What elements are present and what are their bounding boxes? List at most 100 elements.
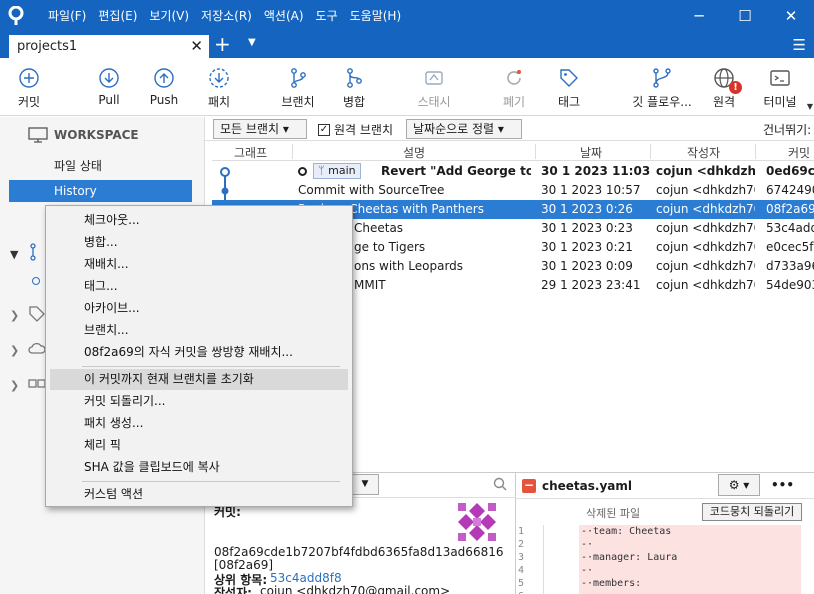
jump-to-label: 건너뛰기: <box>763 123 812 137</box>
menu-edit[interactable]: 편집(E) <box>92 0 143 32</box>
menu-item-revert-commit[interactable]: 커밋 되돌리기... <box>50 391 348 412</box>
head-marker-icon <box>298 167 307 176</box>
menu-help[interactable]: 도움말(H) <box>344 0 408 32</box>
tag-button[interactable]: 태그 <box>537 66 601 110</box>
column-description[interactable]: 설명 <box>403 144 425 161</box>
commit-button[interactable]: 커밋 <box>0 66 61 110</box>
sidebar-item-history[interactable]: History <box>9 180 192 202</box>
diff-line[interactable]: 5 -·members: <box>516 577 814 590</box>
diff-line[interactable]: 2 -· <box>516 538 814 551</box>
sort-dropdown[interactable]: 날짜순으로 정렬 ▾ <box>406 119 522 139</box>
terminal-button[interactable]: 터미널 <box>748 66 812 110</box>
branch-icon <box>286 66 310 90</box>
chevron-right-icon[interactable]: ❯ <box>10 344 19 357</box>
commit-hash: d733a96 <box>766 259 814 273</box>
menu-item-archive[interactable]: 아카이브... <box>50 298 348 319</box>
menu-item-copy-sha[interactable]: SHA 값을 클립보드에 복사 <box>50 457 348 478</box>
menu-item-cherry-pick[interactable]: 체리 픽 <box>50 435 348 456</box>
hamburger-menu-icon[interactable]: ☰ <box>793 36 806 54</box>
details-dropdown[interactable]: ▼ <box>351 474 379 495</box>
author-value: cojun <dhkdzh70@gmail.com> <box>260 584 451 594</box>
commit-hash: 53c4add <box>766 221 814 235</box>
tags-icon <box>28 305 46 326</box>
chevron-right-icon[interactable]: ❯ <box>10 379 19 392</box>
title-bar: 파일(F) 편집(E) 보기(V) 저장소(R) 액션(A) 도구 도움말(H)… <box>0 0 814 32</box>
menu-item-create-patch[interactable]: 패치 생성... <box>50 413 348 434</box>
filter-bar: 모든 브랜치 ▾ ✓ 원격 브랜치 날짜순으로 정렬 ▾ 건너뛰기: <box>205 117 814 141</box>
more-options-icon[interactable]: ••• <box>771 478 794 492</box>
branch-badge-main[interactable]: ᛘ main <box>313 163 361 179</box>
remote-branches-checkbox[interactable]: ✓ 원격 브랜치 <box>318 121 393 138</box>
diff-line[interactable]: 1 -·team: Cheetas <box>516 525 814 538</box>
menu-tools[interactable]: 도구 <box>310 0 344 32</box>
column-author[interactable]: 작성자 <box>687 144 720 161</box>
menu-item-checkout[interactable]: 체크아웃... <box>50 210 348 231</box>
column-graph[interactable]: 그래프 <box>234 144 267 161</box>
fetch-arrow-down-icon <box>207 66 231 90</box>
stash-button[interactable]: 스태시 <box>402 66 466 110</box>
menu-item-reset-branch[interactable]: 이 커밋까지 현재 브랜치를 초기화 <box>50 369 348 390</box>
menu-repository[interactable]: 저장소(R) <box>195 0 258 32</box>
menu-actions[interactable]: 액션(A) <box>258 0 310 32</box>
column-commit[interactable]: 커밋 <box>788 144 810 161</box>
toolbar-overflow-chevron-icon[interactable]: ▼ <box>807 102 813 111</box>
menu-item-rebase[interactable]: 재배치... <box>50 254 348 275</box>
menu-bar: 파일(F) 편집(E) 보기(V) 저장소(R) 액션(A) 도구 도움말(H) <box>42 0 407 32</box>
diff-line[interactable]: 6-· <box>516 590 814 594</box>
discard-icon <box>502 66 526 90</box>
branches-icon <box>28 242 46 265</box>
commit-context-menu: 체크아웃... 병합... 재배치... 태그... 아카이브... 브랜치..… <box>45 205 353 507</box>
column-date[interactable]: 날짜 <box>580 144 602 161</box>
menu-item-branch[interactable]: 브랜치... <box>50 320 348 341</box>
merge-button[interactable]: 병합 <box>322 66 386 110</box>
new-tab-button[interactable]: + <box>214 33 231 55</box>
branch-filter-dropdown[interactable]: 모든 브랜치 ▾ <box>213 119 307 139</box>
diff-options-gear-button[interactable]: ⚙ ▾ <box>718 474 760 496</box>
remotes-cloud-icon <box>28 341 46 358</box>
remote-button[interactable]: ! 원격 <box>692 66 756 110</box>
fetch-button[interactable]: 패치 <box>187 66 251 110</box>
parent-commit-link[interactable]: 53c4add8f8 <box>270 571 342 585</box>
tab-list-chevron-icon[interactable]: ▼ <box>248 37 256 48</box>
git-flow-button[interactable]: 깃 플로우... <box>630 66 694 110</box>
monitor-icon <box>28 127 48 143</box>
tab-close-icon[interactable]: ✕ <box>190 37 203 55</box>
diff-line[interactable]: 3 -·manager: Laura <box>516 551 814 564</box>
commit-hash: 08f2a69 <box>766 202 814 216</box>
sidebar-item-file-status[interactable]: 파일 상태 <box>9 155 192 177</box>
table-row[interactable]: Commit with SourceTree 30 1 2023 10:57 c… <box>212 181 814 200</box>
menu-view[interactable]: 보기(V) <box>143 0 195 32</box>
terminal-icon <box>768 66 792 90</box>
commit-hash: 6742490 <box>766 183 814 197</box>
chevron-right-icon[interactable]: ❯ <box>10 309 19 322</box>
table-header: 그래프 설명 날짜 작성자 커밋 <box>212 142 814 161</box>
avatar <box>456 501 498 543</box>
menu-item-tag[interactable]: 태그... <box>50 276 348 297</box>
revert-hunk-button[interactable]: 코드뭉치 되돌리기 <box>702 503 802 521</box>
merge-icon <box>342 66 366 90</box>
commit-author: cojun <dhkdzh70 <box>656 183 755 197</box>
minimize-button[interactable]: ─ <box>676 0 722 32</box>
table-row[interactable]: ᛘ main Revert "Add George to Ti 30 1 202… <box>212 162 814 181</box>
diff-panel: − cheetas.yaml ⚙ ▾ ••• 삭제된 파일 코드뭉치 되돌리기 … <box>516 472 814 594</box>
full-commit-hash[interactable]: 08f2a69cde1b7207bf4fdbd6365fa8d13ad66816 <box>214 545 503 559</box>
menu-item-custom-actions[interactable]: 커스텀 액션 <box>50 484 348 505</box>
toolbar: 커밋 Pull Push 패치 브랜치 병합 스태시 폐기 태그 깃 플로우..… <box>0 58 814 116</box>
commit-description: Commit with SourceTree <box>298 183 445 197</box>
commit-description: Revert "Add George to Ti <box>381 164 531 178</box>
search-icon[interactable] <box>493 477 507 494</box>
diff-line[interactable]: 4 -· <box>516 564 814 577</box>
commit-author: cojun <dhkdzh70 <box>656 202 755 216</box>
close-button[interactable]: ✕ <box>768 0 814 32</box>
branch-button[interactable]: 브랜치 <box>266 66 330 110</box>
diff-lines: 1 -·team: Cheetas 2 -· 3 -·manager: Laura 4… <box>516 525 814 594</box>
commit-date: 30 1 2023 0:23 <box>541 221 633 235</box>
tab-projects1[interactable]: projects1 ✕ <box>9 35 209 58</box>
maximize-button[interactable]: ☐ <box>722 0 768 32</box>
tab-bar: projects1 ✕ + ▼ ☰ <box>0 32 814 58</box>
author-label: 작성자: <box>214 586 252 594</box>
menu-file[interactable]: 파일(F) <box>42 0 92 32</box>
chevron-down-icon[interactable]: ▼ <box>10 248 18 261</box>
menu-item-interactive-rebase[interactable]: 08f2a69의 자식 커밋을 쌍방향 재배치... <box>50 342 348 363</box>
menu-item-merge[interactable]: 병합... <box>50 232 348 253</box>
